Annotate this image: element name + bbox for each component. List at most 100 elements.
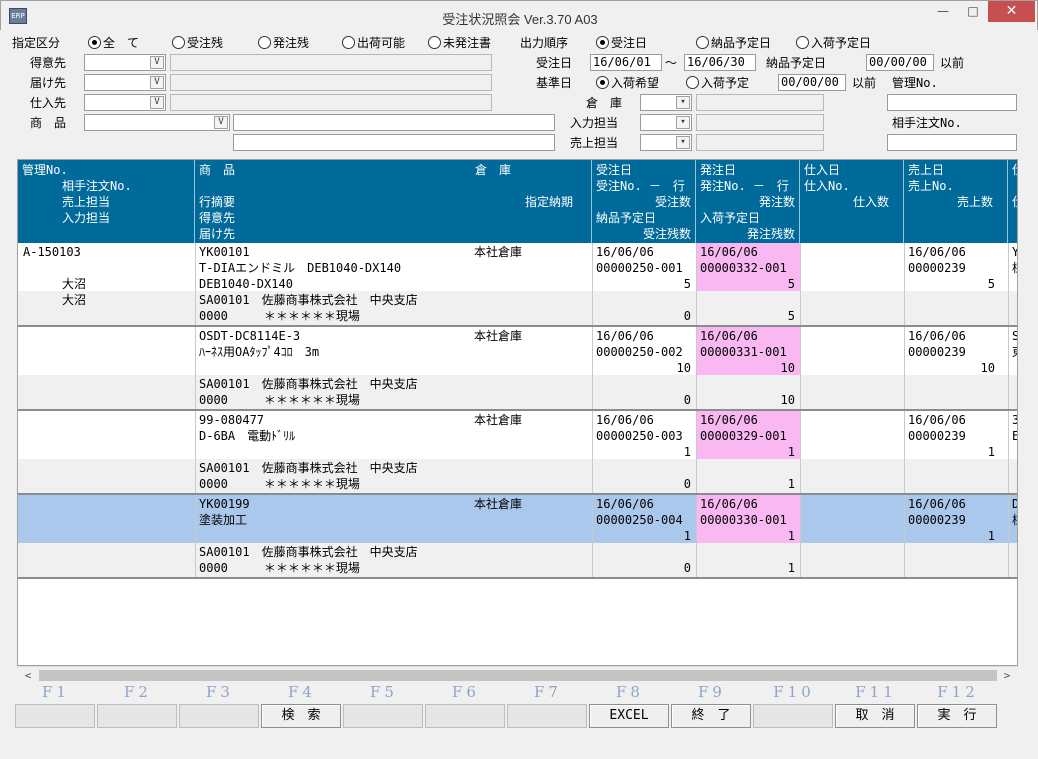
scroll-thumb[interactable] (39, 670, 997, 681)
dropdown-icon[interactable]: V (150, 96, 164, 109)
cell-product-name: T-DIAエンドミル DEB1040-DX140 (199, 261, 402, 275)
customer-combo[interactable]: V (84, 54, 166, 71)
results-grid[interactable]: 管理No. 相手注文No. 売上担当 入力担当 商 品 倉 庫 行摘要 指定納期… (17, 159, 1018, 666)
cell-sale-qty: 5 (987, 277, 995, 291)
customer-label: 得意先 (30, 56, 67, 70)
cell-customer: SA00101 佐藤商事株式会社 中央支店 (199, 545, 418, 559)
cell-line-memo: DEB1040-DX140 (199, 277, 293, 291)
spec-option-unissued[interactable]: 未発注書 (428, 35, 491, 51)
radio-icon[interactable] (596, 76, 609, 89)
cell-customer: SA00101 佐藤商事株式会社 中央支店 (199, 377, 418, 391)
table-row[interactable]: OSDT-DC8114E-3 ﾊｰﾈｽ用OAﾀｯﾌﾟ4ｺﾛ 3m 本社倉庫 SA001… (18, 327, 1017, 411)
base-date-input[interactable]: 00/00/00 (778, 74, 846, 91)
dropdown-icon[interactable]: V (150, 76, 164, 89)
fkey-button-f4[interactable]: 検 索 (261, 704, 341, 728)
window-title: 受注状況照会 Ver.3.70 A03 (442, 12, 598, 27)
base-date-label: 基準日 (536, 76, 573, 90)
cell-po-date: 16/06/06 (700, 329, 758, 343)
fkey-button-f8[interactable]: EXCEL (589, 704, 669, 728)
base-before-label: 以前 (852, 76, 877, 90)
mgmt-no-label: 管理No. (892, 76, 938, 90)
cell-order-remain: 0 (683, 561, 691, 575)
row-bottom-band (18, 459, 1017, 495)
fkey-label-f8: F8 (616, 683, 644, 701)
title-bar: ERP 受注状況照会 Ver.3.70 A03 — □ ✕ (0, 0, 1038, 30)
partner-order-input[interactable] (887, 134, 1017, 151)
radio-icon[interactable] (596, 36, 609, 49)
spec-option-shippable[interactable]: 出荷可能 (342, 35, 405, 51)
spec-option-po-remain[interactable]: 発注残 (258, 35, 309, 51)
base-option-wish[interactable]: 入荷希望 (596, 75, 659, 91)
spec-option-all[interactable]: 全 て (88, 35, 139, 51)
column-divider (696, 327, 697, 411)
supplier-label: 仕入先 (30, 96, 67, 110)
spec-option-order-remain[interactable]: 受注残 (172, 35, 223, 51)
radio-icon[interactable] (796, 36, 809, 49)
order-date-to-input[interactable]: 16/06/30 (684, 54, 756, 71)
order-date-from-input[interactable]: 16/06/01 (590, 54, 662, 71)
input-person-combo[interactable]: ▾ (640, 114, 692, 131)
chevron-down-icon[interactable]: ▾ (676, 136, 690, 149)
dropdown-icon[interactable]: V (214, 116, 228, 129)
scroll-left-icon[interactable]: < (20, 668, 36, 683)
cell-po-no: 00000331-001 (700, 345, 787, 359)
cell-warehouse: 本社倉庫 (474, 497, 523, 511)
order-date-label: 受注日 (536, 56, 573, 70)
fkey-button-f9[interactable]: 終 了 (671, 704, 751, 728)
fkey-label-f9: F9 (698, 683, 726, 701)
product-combo[interactable]: V (84, 114, 230, 131)
supplier-combo[interactable]: V (84, 94, 166, 111)
column-divider (1008, 327, 1009, 411)
order-option-delivery-date[interactable]: 納品予定日 (696, 35, 771, 51)
cell-extra-b: 棟 (1012, 512, 1017, 528)
product-label: 商 品 (30, 116, 67, 130)
fkey-button-f6 (425, 704, 505, 728)
horizontal-scrollbar[interactable]: < > (17, 666, 1018, 683)
fkey-button-f12[interactable]: 実 行 (917, 704, 997, 728)
radio-icon[interactable] (696, 36, 709, 49)
warehouse-combo[interactable]: ▾ (640, 94, 692, 111)
cell-po-qty: 5 (787, 277, 795, 291)
row-separator (18, 577, 1017, 579)
cell-product-name: ﾊｰﾈｽ用OAﾀｯﾌﾟ4ｺﾛ 3m (199, 345, 320, 359)
column-divider (904, 495, 905, 579)
deliver-combo[interactable]: V (84, 74, 166, 91)
radio-icon[interactable] (686, 76, 699, 89)
chevron-down-icon[interactable]: ▾ (676, 116, 690, 129)
close-button[interactable]: ✕ (988, 1, 1035, 22)
scroll-right-icon[interactable]: > (999, 668, 1015, 683)
cell-sale-no: 00000239 (908, 429, 966, 443)
fkey-label-f4: F4 (288, 683, 316, 701)
radio-icon[interactable] (428, 36, 441, 49)
chevron-down-icon[interactable]: ▾ (676, 96, 690, 109)
product-name-input[interactable] (233, 114, 555, 131)
header-sales-person: 売上担当 (62, 195, 111, 209)
minimize-button[interactable]: — (928, 1, 958, 22)
customer-name-field (170, 54, 492, 71)
order-option-arrival-date[interactable]: 入荷予定日 (796, 35, 871, 51)
mgmt-no-input[interactable] (887, 94, 1017, 111)
header-col-extra: 仕 仕 (1008, 160, 1017, 243)
delivery-plan-input[interactable]: 00/00/00 (866, 54, 934, 71)
table-row[interactable]: YK00199 塗装加工 本社倉庫 SA00101 佐藤商事株式会社 中央支店 0000… (18, 495, 1017, 579)
order-option-order-date[interactable]: 受注日 (596, 35, 647, 51)
radio-icon[interactable] (88, 36, 101, 49)
cell-product-name: D-6BA 電動ﾄﾞﾘﾙ (199, 429, 296, 443)
dropdown-icon[interactable]: V (150, 56, 164, 69)
radio-icon[interactable] (342, 36, 355, 49)
base-option-plan[interactable]: 入荷予定 (686, 75, 749, 91)
radio-icon[interactable] (258, 36, 271, 49)
sales-person-combo[interactable]: ▾ (640, 134, 692, 151)
cell-order-no: 00000250-001 (596, 261, 683, 275)
column-divider (904, 327, 905, 411)
table-row[interactable]: 99-080477 D-6BA 電動ﾄﾞﾘﾙ 本社倉庫 SA00101 佐藤商事株式会… (18, 411, 1017, 495)
cell-warehouse: 本社倉庫 (474, 413, 523, 427)
table-row[interactable]: A-150103 大沼 大沼 YK00101 T-DIAエンドミル DEB1040-DX… (18, 243, 1017, 327)
product-name-2-input[interactable] (233, 134, 555, 151)
maximize-button[interactable]: □ (958, 1, 988, 22)
fkey-button-f1 (15, 704, 95, 728)
cell-extra-a: Y (1012, 244, 1017, 260)
fkey-button-f11[interactable]: 取 消 (835, 704, 915, 728)
radio-icon[interactable] (172, 36, 185, 49)
cell-deliver: 0000 ＊＊＊＊＊＊現場 (199, 393, 360, 407)
